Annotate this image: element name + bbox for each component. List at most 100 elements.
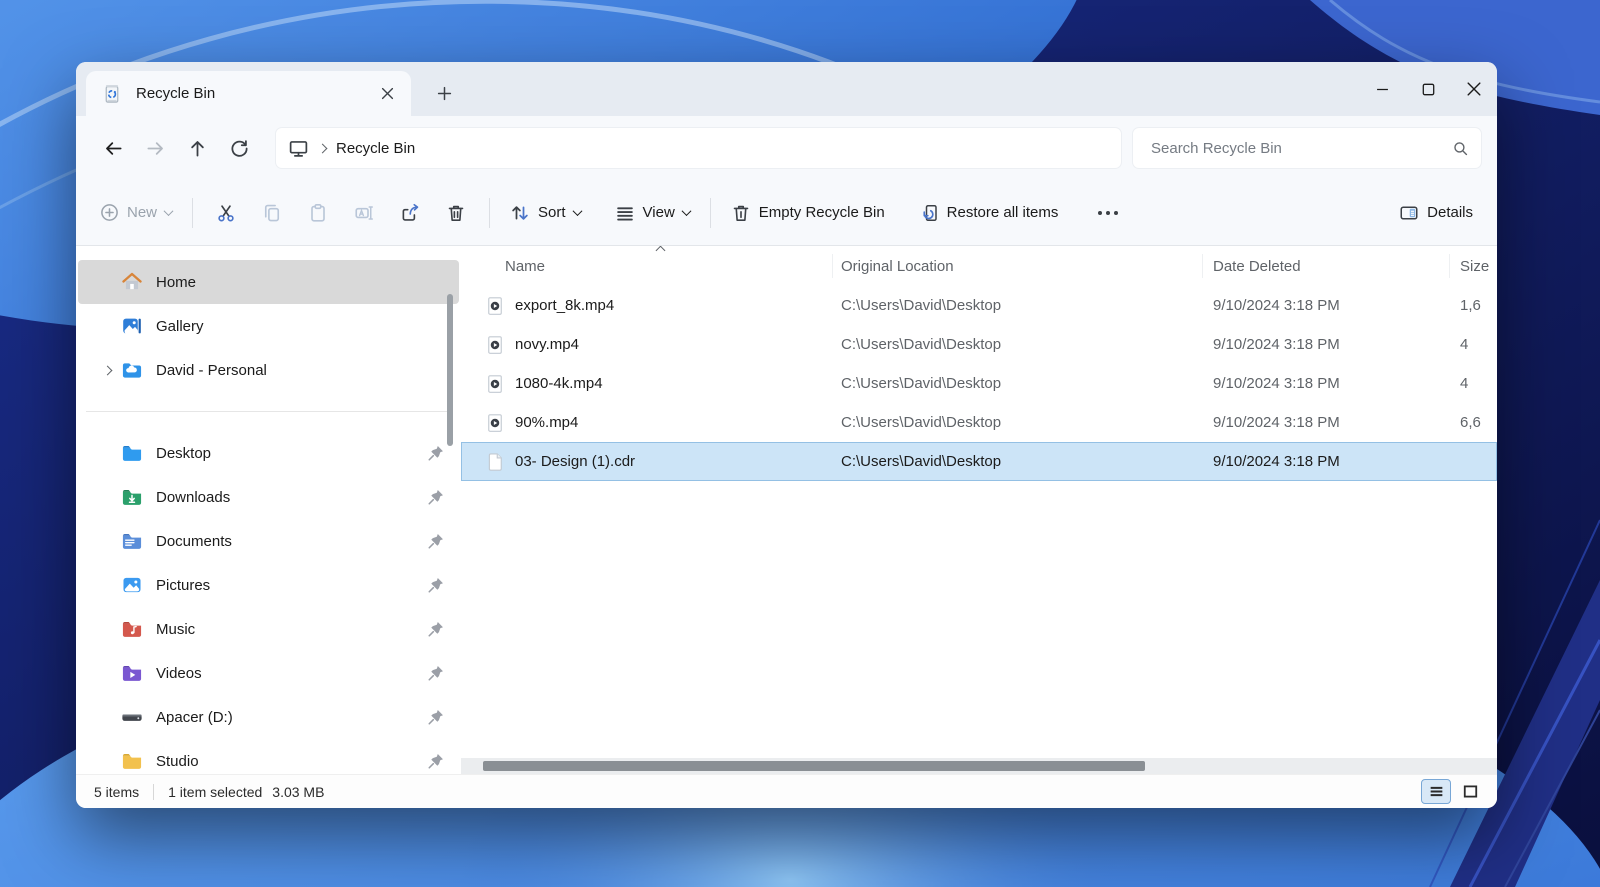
forward-button[interactable] (134, 128, 176, 168)
details-view-toggle[interactable] (1421, 779, 1451, 804)
file-date-deleted: 9/10/2024 3:18 PM (1213, 414, 1340, 431)
close-window-button[interactable] (1451, 62, 1497, 116)
tab-close-button[interactable] (373, 80, 401, 108)
file-row[interactable]: export_8k.mp4 C:\Users\David\Desktop 9/1… (461, 286, 1497, 325)
details-button-label: Details (1427, 204, 1473, 221)
file-row-selected[interactable]: 03- Design (1).cdr C:\Users\David\Deskto… (461, 442, 1497, 481)
empty-recycle-bin-button[interactable]: Empty Recycle Bin (721, 193, 895, 233)
details-button[interactable]: Details (1389, 193, 1483, 233)
sort-icon (510, 203, 530, 223)
file-row[interactable]: novy.mp4 C:\Users\David\Desktop 9/10/202… (461, 325, 1497, 364)
address-bar[interactable]: Recycle Bin (276, 128, 1121, 168)
cut-button[interactable] (203, 193, 249, 233)
pin-icon (427, 444, 445, 462)
maximize-button[interactable] (1405, 62, 1451, 116)
sidebar-item-label: Desktop (156, 444, 212, 462)
selection-count: 1 item selected (168, 783, 263, 800)
sidebar-item-label: Home (156, 273, 197, 291)
icons-view-toggle[interactable] (1455, 779, 1485, 804)
column-header-original-location[interactable]: Original Location (833, 254, 1203, 278)
up-button[interactable] (176, 128, 218, 168)
column-header-size[interactable]: Size (1450, 254, 1497, 278)
sidebar-item-label: Studio (156, 752, 199, 770)
horizontal-scrollbar-thumb[interactable] (483, 761, 1145, 771)
home-icon (120, 270, 144, 294)
column-header-name[interactable]: Name (461, 254, 833, 278)
pin-icon (427, 488, 445, 506)
list-view-icon (1428, 783, 1445, 800)
sidebar-item-home[interactable]: Home (78, 260, 459, 304)
minimize-button[interactable] (1359, 62, 1405, 116)
file-name: 1080-4k.mp4 (515, 375, 603, 392)
new-tab-button[interactable] (428, 77, 460, 109)
rename-button[interactable] (341, 193, 387, 233)
search-input[interactable] (1149, 138, 1452, 158)
file-name: export_8k.mp4 (515, 297, 615, 314)
sidebar-scrollbar[interactable] (447, 294, 453, 446)
sidebar-item-label: Downloads (156, 488, 231, 506)
file-row[interactable]: 90%.mp4 C:\Users\David\Desktop 9/10/2024… (461, 403, 1497, 442)
delete-button[interactable] (433, 193, 479, 233)
empty-recycle-bin-label: Empty Recycle Bin (758, 204, 885, 221)
view-button-label: View (642, 204, 675, 221)
back-button[interactable] (92, 128, 134, 168)
forward-arrow-icon (146, 139, 165, 158)
breadcrumb[interactable]: Recycle Bin (336, 140, 415, 157)
file-list-pane: Name Original Location Date Deleted Size… (461, 246, 1497, 774)
sidebar-item-downloads[interactable]: Downloads (78, 475, 459, 519)
view-button[interactable]: View (605, 193, 700, 233)
copy-button[interactable] (249, 193, 295, 233)
refresh-button[interactable] (218, 128, 260, 168)
sidebar-item-documents[interactable]: Documents (78, 519, 459, 563)
file-size: 1,6 (1460, 297, 1481, 314)
horizontal-scrollbar[interactable] (461, 758, 1497, 774)
file-row[interactable]: 1080-4k.mp4 C:\Users\David\Desktop 9/10/… (461, 364, 1497, 403)
search-icon (1452, 140, 1469, 157)
sidebar-item-label: Pictures (156, 576, 211, 594)
toolbar-divider (709, 197, 711, 228)
tab-recycle-bin[interactable]: Recycle Bin (86, 71, 411, 116)
sidebar-item-gallery[interactable]: Gallery (78, 304, 459, 348)
toolbar-divider (489, 197, 491, 228)
document-file-icon (485, 452, 505, 472)
sidebar-item-studio[interactable]: Studio (78, 739, 459, 774)
sidebar-item-music[interactable]: Music (78, 607, 459, 651)
sort-button-label: Sort (538, 204, 566, 221)
file-original-location: C:\Users\David\Desktop (841, 297, 1002, 314)
file-size: 4 (1460, 336, 1469, 353)
close-icon (381, 87, 394, 100)
sidebar-separator (86, 411, 449, 412)
file-size: 6,6 (1460, 414, 1481, 431)
drive-icon (120, 705, 144, 729)
pin-icon (427, 532, 445, 550)
column-header-date-deleted[interactable]: Date Deleted (1203, 254, 1450, 278)
sidebar-item-label: Videos (156, 664, 202, 682)
file-date-deleted: 9/10/2024 3:18 PM (1213, 297, 1340, 314)
pin-icon (427, 752, 445, 770)
more-options-button[interactable] (1080, 193, 1136, 233)
sidebar-item-pictures[interactable]: Pictures (78, 563, 459, 607)
status-divider (153, 783, 155, 800)
sort-button[interactable]: Sort (500, 193, 591, 233)
onedrive-folder-icon (120, 358, 144, 382)
file-name: novy.mp4 (515, 336, 579, 353)
restore-all-items-button[interactable]: Restore all items (909, 193, 1069, 233)
new-button[interactable]: New (90, 193, 182, 233)
sidebar-item-label: Documents (156, 532, 232, 550)
video-file-icon (485, 374, 505, 394)
recycle-bin-icon (102, 83, 122, 105)
chevron-down-icon (681, 206, 692, 217)
selection-size: 3.03 MB (272, 783, 325, 800)
sidebar-item-videos[interactable]: Videos (78, 651, 459, 695)
sidebar-item-david-personal[interactable]: David - Personal (78, 348, 459, 392)
music-folder-icon (120, 617, 144, 641)
paste-button[interactable] (295, 193, 341, 233)
share-button[interactable] (387, 193, 433, 233)
sidebar-item-desktop[interactable]: Desktop (78, 431, 459, 475)
chevron-right-icon[interactable] (94, 365, 120, 375)
items-count: 5 items (94, 783, 140, 800)
this-pc-icon (288, 138, 309, 159)
sidebar-item-apacer-drive[interactable]: Apacer (D:) (78, 695, 459, 739)
up-arrow-icon (188, 139, 207, 158)
navigation-sidebar: Home Gallery David - Personal Desktop Do… (76, 246, 461, 774)
